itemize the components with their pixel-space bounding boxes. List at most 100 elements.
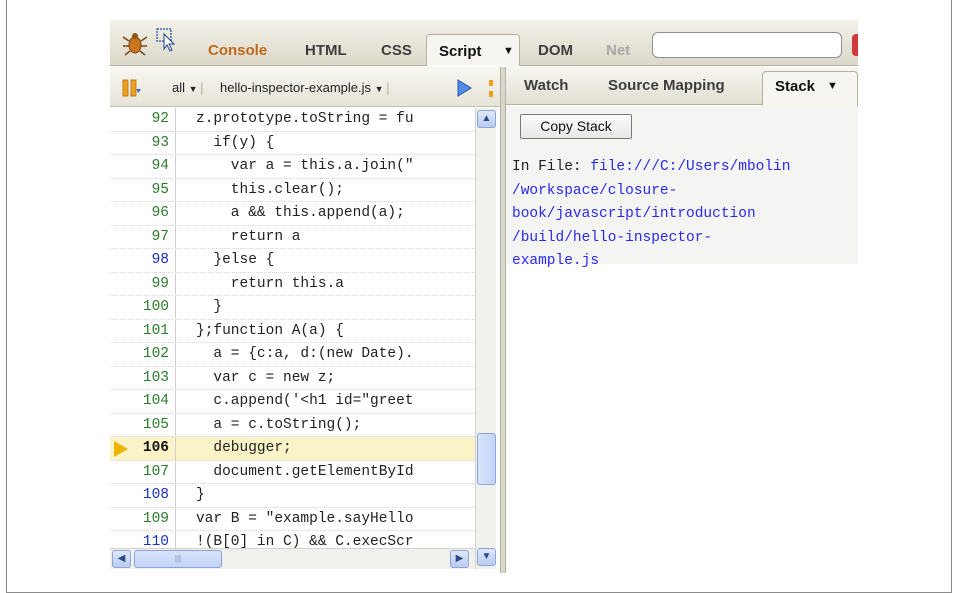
line-number[interactable]: 105: [110, 413, 176, 436]
code-line[interactable]: 107 document.getElementById: [110, 460, 475, 484]
source-text: var B = "example.sayHello: [196, 510, 414, 527]
code-line[interactable]: 99 return this.a: [110, 272, 475, 296]
stack-panel: Copy Stack In File: file:///C:/Users/mbo…: [506, 106, 858, 269]
source-text: return a: [196, 228, 301, 245]
file-link[interactable]: /workspace/closure-: [512, 180, 858, 204]
source-text: }: [196, 487, 205, 503]
line-number[interactable]: 101: [110, 319, 176, 342]
code-line[interactable]: 106 debugger;: [110, 437, 475, 461]
script-file-value: hello-inspector-example.js: [220, 80, 372, 95]
scroll-right-arrow-icon[interactable]: ▶: [450, 550, 469, 568]
source-text: !(B[0] in C) && C.execScr: [196, 534, 414, 548]
source-text: debugger;: [196, 440, 292, 456]
script-filter-value: all: [172, 80, 186, 95]
tab-watch[interactable]: Watch: [524, 77, 568, 94]
line-number[interactable]: 98: [110, 249, 176, 272]
close-icon[interactable]: [852, 34, 858, 56]
scroll-up-arrow-icon[interactable]: ▲: [477, 110, 496, 128]
line-number[interactable]: 109: [110, 507, 176, 530]
tab-css[interactable]: CSS: [381, 42, 412, 59]
scrollbar-thumb[interactable]: |||: [134, 550, 222, 568]
source-text: }else {: [196, 252, 275, 268]
line-number[interactable]: 96: [110, 202, 176, 225]
tab-script[interactable]: Script ▼: [426, 34, 520, 66]
line-number[interactable]: 102: [110, 343, 176, 366]
line-number[interactable]: 103: [110, 366, 176, 389]
code-line[interactable]: 98 }else {: [110, 249, 475, 273]
script-toolbar: all ▼ | hello-inspector-example.js ▼ |: [110, 67, 500, 107]
vertical-scrollbar[interactable]: ▲ ▼: [475, 108, 496, 569]
code-line[interactable]: 104 c.append('<h1 id="greet: [110, 390, 475, 414]
line-number[interactable]: 110: [110, 531, 176, 548]
in-file-label: In File:: [512, 159, 582, 175]
side-panel: Watch Source Mapping Stack ▼ Copy Stack …: [506, 67, 858, 573]
source-text: if(y) {: [196, 134, 275, 151]
source-text: a && this.append(a);: [196, 205, 405, 221]
code-line[interactable]: 96 a && this.append(a);: [110, 202, 475, 226]
line-number[interactable]: 104: [110, 390, 176, 413]
line-number[interactable]: 107: [110, 460, 176, 483]
code-line[interactable]: 101 };function A(a) {: [110, 319, 475, 343]
line-number[interactable]: 106: [110, 437, 176, 460]
copy-stack-button[interactable]: Copy Stack: [520, 114, 632, 139]
chevron-down-icon: ▼: [374, 84, 387, 94]
source-text: a = {c:a, d:(new Date).: [196, 346, 414, 362]
code-line[interactable]: 108}: [110, 484, 475, 508]
line-number[interactable]: 92: [110, 108, 176, 131]
tab-stack[interactable]: Stack ▼: [762, 71, 858, 106]
script-file-select[interactable]: hello-inspector-example.js ▼ |: [220, 80, 389, 95]
tab-source-mapping[interactable]: Source Mapping: [608, 77, 725, 94]
script-source-pane: all ▼ | hello-inspector-example.js ▼ | 9…: [110, 67, 500, 573]
file-link[interactable]: book/javascript/introduction: [512, 203, 858, 227]
code-line[interactable]: 103 var c = new z;: [110, 366, 475, 390]
pause-icon[interactable]: [122, 79, 142, 97]
inspect-icon[interactable]: [156, 28, 178, 52]
code-view[interactable]: 92 z.prototype.toString = fu 93 if(y) {94 …: [110, 108, 475, 548]
code-line[interactable]: 94 var a = this.a.join(": [110, 155, 475, 179]
code-line[interactable]: 92 z.prototype.toString = fu: [110, 108, 475, 132]
code-line[interactable]: 102 a = {c:a, d:(new Date).: [110, 343, 475, 367]
line-number[interactable]: 100: [110, 296, 176, 319]
tab-console[interactable]: Console: [208, 42, 267, 59]
code-line[interactable]: 100 }: [110, 296, 475, 320]
line-number[interactable]: 97: [110, 225, 176, 248]
line-number[interactable]: 94: [110, 155, 176, 178]
continue-icon[interactable]: [456, 79, 472, 97]
file-link[interactable]: /build/hello-inspector-: [512, 227, 858, 251]
tab-dom[interactable]: DOM: [538, 42, 573, 59]
horizontal-scrollbar[interactable]: ◀ ||| ▶: [110, 548, 475, 569]
search-input[interactable]: [652, 32, 842, 58]
tab-script-label: Script: [439, 43, 482, 60]
code-line[interactable]: 97 return a: [110, 225, 475, 249]
line-number[interactable]: 93: [110, 131, 176, 154]
firebug-icon[interactable]: [122, 30, 148, 56]
source-text: document.getElementById: [196, 463, 414, 480]
source-text: return this.a: [196, 275, 344, 292]
separator: |: [200, 80, 204, 95]
line-number[interactable]: 108: [110, 484, 176, 507]
code-line[interactable]: 109 var B = "example.sayHello: [110, 507, 475, 531]
chevron-down-icon[interactable]: ▼: [827, 80, 838, 92]
scroll-left-arrow-icon[interactable]: ◀: [112, 550, 131, 568]
source-text: z.prototype.toString = fu: [196, 111, 414, 127]
source-text: a = c.toString();: [196, 416, 362, 433]
scroll-down-arrow-icon[interactable]: ▼: [477, 548, 496, 566]
source-text: };function A(a) {: [196, 322, 344, 339]
script-filter-select[interactable]: all ▼ |: [172, 80, 203, 95]
code-line[interactable]: 93 if(y) {: [110, 131, 475, 155]
line-number[interactable]: 95: [110, 178, 176, 201]
file-link[interactable]: example.js: [512, 250, 858, 274]
line-number[interactable]: 99: [110, 272, 176, 295]
file-link[interactable]: file:///C:/Users/mbolin: [590, 159, 790, 175]
code-line[interactable]: 110 !(B[0] in C) && C.execScr: [110, 531, 475, 548]
chevron-down-icon: ▼: [188, 84, 201, 94]
stack-line: In File: file:///C:/Users/mbolin: [512, 156, 858, 180]
step-over-icon[interactable]: [488, 79, 496, 99]
code-line[interactable]: 95 this.clear();: [110, 178, 475, 202]
source-text: var a = this.a.join(": [196, 158, 414, 174]
chevron-down-icon[interactable]: ▼: [503, 45, 514, 57]
scrollbar-thumb[interactable]: [477, 433, 496, 485]
code-line[interactable]: 105 a = c.toString();: [110, 413, 475, 437]
tab-net[interactable]: Net: [606, 42, 630, 59]
tab-html[interactable]: HTML: [305, 42, 347, 59]
